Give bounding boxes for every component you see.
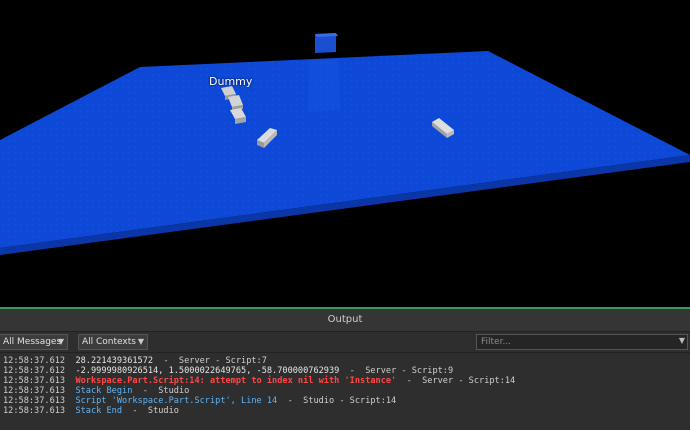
log-source: - Server - Script:14: [396, 376, 516, 386]
messages-filter-dropdown[interactable]: All Messages ▼: [0, 334, 68, 350]
log-message-info: Stack Begin: [75, 386, 133, 396]
filter-bar: All Messages ▼ All Contexts ▼ ▼: [0, 332, 690, 353]
filter-input[interactable]: [476, 334, 688, 350]
log-row[interactable]: 12:58:37.612 28.221439361572 - Server - …: [3, 356, 690, 366]
dummy-nametag: Dummy: [209, 75, 253, 88]
log-message: 28.221439361572: [75, 356, 154, 366]
log-list: 12:58:37.612 28.221439361572 - Server - …: [0, 353, 690, 416]
panel-title: Output: [0, 309, 690, 332]
log-timestamp: 12:58:37.613: [3, 406, 66, 416]
log-message: -2.9999980926514, 1.5000022649765, -58.7…: [75, 366, 340, 376]
chevron-down-icon[interactable]: ▼: [679, 336, 685, 345]
log-row[interactable]: 12:58:37.613 Stack End - Studio: [3, 406, 690, 416]
log-timestamp: 12:58:37.613: [3, 396, 66, 406]
log-source: - Server - Script:9: [339, 366, 454, 376]
log-message-info: Script 'Workspace.Part.Script', Line 14: [75, 396, 278, 406]
log-source: - Server - Script:7: [153, 356, 267, 366]
chevron-down-icon: ▼: [137, 337, 144, 346]
chevron-down-icon: ▼: [57, 337, 64, 346]
log-message-error: Workspace.Part.Script:14: attempt to ind…: [75, 376, 397, 386]
contexts-filter-label: All Contexts: [82, 337, 136, 347]
messages-filter-label: All Messages: [3, 337, 62, 347]
contexts-filter-dropdown[interactable]: All Contexts ▼: [78, 334, 148, 350]
log-row[interactable]: 12:58:37.613 Script 'Workspace.Part.Scri…: [3, 396, 690, 406]
log-source: - Studio - Script:14: [277, 396, 397, 406]
log-source: - Studio: [132, 386, 190, 396]
log-row[interactable]: 12:58:37.613 Stack Begin - Studio: [3, 386, 690, 396]
log-timestamp: 12:58:37.613: [3, 376, 66, 386]
baseplate: [0, 51, 690, 248]
game-viewport[interactable]: Dummy: [0, 0, 690, 307]
output-panel: Output All Messages ▼ All Contexts ▼ ▼ 1…: [0, 307, 690, 430]
log-source: - Studio: [122, 406, 179, 416]
log-row[interactable]: 12:58:37.613 Workspace.Part.Script:14: a…: [3, 376, 690, 386]
log-timestamp: 12:58:37.612: [3, 356, 66, 366]
log-timestamp: 12:58:37.612: [3, 366, 66, 376]
log-timestamp: 12:58:37.613: [3, 386, 66, 396]
scene-canvas: [0, 33, 690, 255]
log-row[interactable]: 12:58:37.612 -2.9999980926514, 1.5000022…: [3, 366, 690, 376]
log-message-info: Stack End: [75, 406, 123, 416]
